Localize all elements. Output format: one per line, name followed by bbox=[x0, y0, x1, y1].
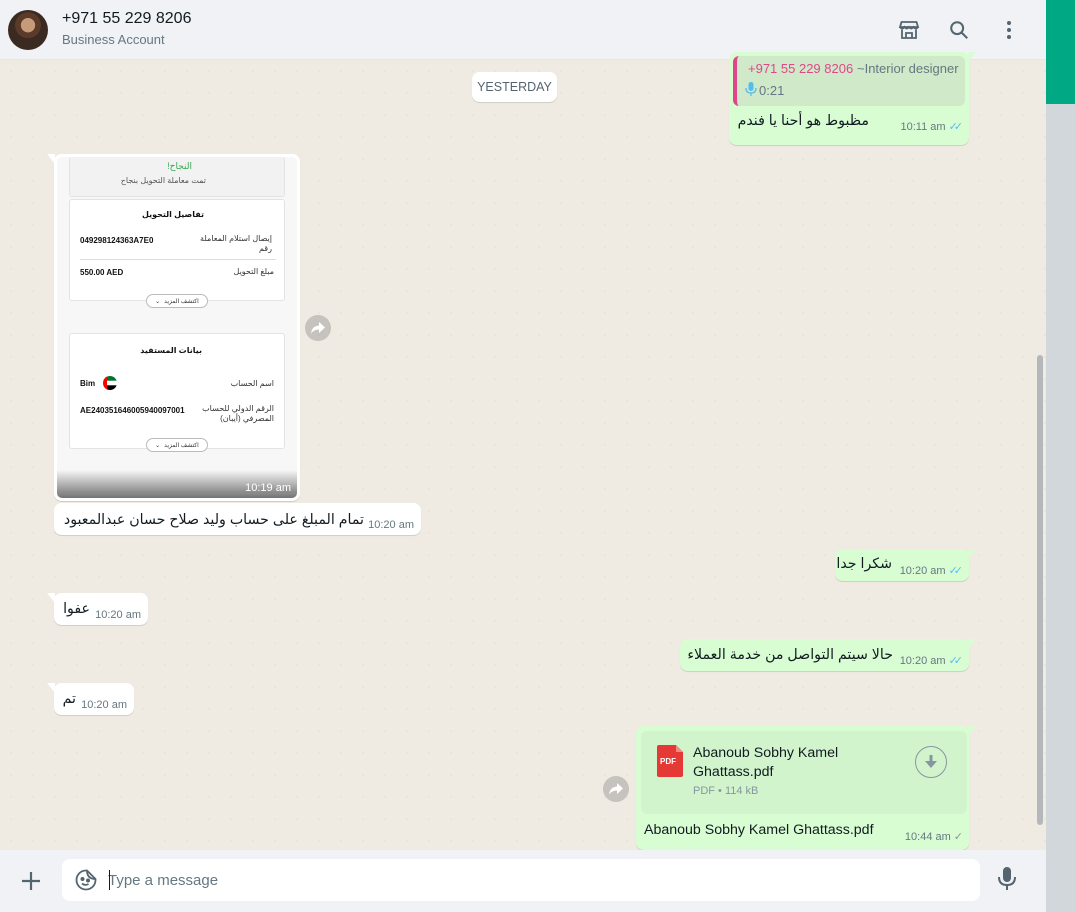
download-icon[interactable] bbox=[915, 746, 947, 778]
image-time: 10:19 am bbox=[245, 482, 291, 494]
transfer-details-card: تفاصيل التحويل إيصال استلام المعاملة رقم… bbox=[69, 199, 285, 308]
message-text: مظبوط هو أحنا يا فندم bbox=[737, 113, 869, 129]
mic-icon[interactable] bbox=[996, 866, 1024, 896]
sticker-icon[interactable] bbox=[74, 868, 98, 892]
amount-value: 550.00 AED bbox=[80, 268, 124, 277]
plus-icon[interactable] bbox=[16, 866, 46, 896]
avatar[interactable] bbox=[8, 10, 48, 50]
delivered-tick-icon: ✓ bbox=[953, 831, 963, 843]
success-title: النجاح! bbox=[167, 161, 192, 171]
account-name-value: Bim bbox=[80, 379, 96, 388]
message-incoming[interactable]: عفوا 10:20 am bbox=[47, 593, 148, 625]
document-name-line2: Ghattass.pdf bbox=[693, 764, 774, 780]
message-outgoing[interactable]: +971 55 229 8206 ~Interior designer 0:21… bbox=[729, 52, 976, 145]
contact-name[interactable]: +971 55 229 8206 bbox=[62, 10, 191, 28]
amount-label: مبلغ التحويل bbox=[233, 267, 274, 276]
message-time: 10:20 am bbox=[899, 564, 946, 577]
receipt-number: 049298124363A7E0 bbox=[80, 236, 154, 245]
quote-sender: +971 55 229 8206 bbox=[748, 61, 854, 76]
message-text: شكرا جدا bbox=[836, 556, 892, 572]
message-time: 10:20 am bbox=[368, 519, 414, 531]
message-incoming[interactable]: تم 10:20 am bbox=[47, 683, 134, 715]
forward-icon[interactable] bbox=[305, 315, 331, 341]
message-input[interactable] bbox=[108, 865, 968, 895]
read-receipt-icon: ✓✓ bbox=[948, 565, 964, 577]
message-outgoing[interactable]: حالا سيتم التواصل من خدمة العملاء 10:20 … bbox=[680, 639, 976, 671]
message-composer bbox=[0, 850, 1046, 912]
more-pill: ⌄ اكتشف المزيد bbox=[146, 438, 208, 452]
text-caret bbox=[109, 870, 110, 890]
whatsapp-chat-window: +971 55 229 8206 Business Account YESTER… bbox=[0, 0, 1046, 912]
message-text: حالا سيتم التواصل من خدمة العملاء bbox=[687, 647, 893, 663]
message-meta: 10:11 am ✓✓ bbox=[900, 120, 964, 134]
read-receipt-icon: ✓✓ bbox=[948, 655, 964, 667]
scrollbar-thumb[interactable] bbox=[1037, 355, 1043, 825]
uae-flag-icon bbox=[103, 376, 117, 390]
quote-duration: 0:21 bbox=[759, 83, 785, 98]
beneficiary-title: بيانات المستفيد bbox=[140, 346, 202, 355]
message-input-box[interactable] bbox=[62, 859, 980, 901]
message-time: 10:44 am bbox=[904, 830, 951, 843]
more-vertical-icon[interactable] bbox=[995, 16, 1023, 44]
message-outgoing-document[interactable]: PDF Abanoub Sobhy Kamel Ghattass.pdf PDF… bbox=[636, 726, 976, 850]
receipt-label: إيصال استلام المعاملة رقم bbox=[200, 234, 272, 253]
message-outgoing[interactable]: شكرا جدا 10:20 am ✓✓ bbox=[835, 549, 976, 581]
message-incoming[interactable]: تمام المبلغ على حساب وليد صلاح حسان عبدا… bbox=[54, 503, 421, 535]
window-edge bbox=[1046, 0, 1075, 912]
account-name-label: اسم الحساب bbox=[230, 379, 274, 388]
message-text: تمام المبلغ على حساب وليد صلاح حسان عبدا… bbox=[63, 512, 364, 528]
beneficiary-card: بيانات المستفيد اسم الحساب Bim الرقم الد… bbox=[69, 333, 285, 452]
microphone-small-icon bbox=[745, 82, 757, 96]
chat-header: +971 55 229 8206 Business Account bbox=[0, 0, 1046, 60]
receipt-image[interactable]: النجاح! تمت معاملة التحويل بنجاح تفاصيل … bbox=[57, 157, 297, 498]
message-meta: 10:44 am ✓ bbox=[904, 830, 963, 844]
chat-scrollbar[interactable] bbox=[1035, 60, 1045, 850]
store-icon[interactable] bbox=[895, 16, 923, 44]
accent-bar bbox=[1046, 0, 1075, 104]
more-pill: ⌄ اكتشف المزيد bbox=[146, 294, 208, 308]
contact-subtitle: Business Account bbox=[62, 32, 165, 47]
quoted-message[interactable]: +971 55 229 8206 ~Interior designer 0:21 bbox=[733, 56, 965, 106]
success-subtitle: تمت معاملة التحويل بنجاح bbox=[120, 176, 206, 185]
message-time: 10:20 am bbox=[899, 654, 946, 667]
details-title: تفاصيل التحويل bbox=[141, 210, 204, 219]
search-icon[interactable] bbox=[945, 16, 973, 44]
forward-icon[interactable] bbox=[603, 776, 629, 802]
message-time: 10:11 am bbox=[900, 120, 946, 133]
quote-note: ~Interior designer bbox=[857, 61, 959, 76]
message-time: 10:20 am bbox=[95, 609, 141, 621]
iban-label: الرقم الدولي للحساب المصرفي (أيبان) bbox=[202, 404, 274, 423]
pdf-icon: PDF bbox=[657, 745, 683, 777]
date-separator: YESTERDAY bbox=[472, 72, 557, 102]
message-time: 10:20 am bbox=[81, 699, 127, 711]
message-text: عفوا bbox=[63, 601, 90, 617]
document-name-line1: Abanoub Sobhy Kamel bbox=[693, 745, 839, 761]
read-receipt-icon: ✓✓ bbox=[948, 121, 964, 133]
document-caption: Abanoub Sobhy Kamel Ghattass.pdf bbox=[644, 822, 874, 838]
document-meta: PDF • 114 kB bbox=[693, 785, 759, 797]
success-banner: النجاح! تمت معاملة التحويل بنجاح bbox=[69, 157, 285, 197]
message-list[interactable]: YESTERDAY +971 55 229 8206 ~Interior des… bbox=[0, 52, 1046, 850]
message-incoming-image[interactable]: النجاح! تمت معاملة التحويل بنجاح تفاصيل … bbox=[47, 154, 300, 501]
document-card[interactable]: PDF Abanoub Sobhy Kamel Ghattass.pdf PDF… bbox=[641, 731, 967, 814]
iban-value: AE240351646005940097001 bbox=[80, 406, 185, 415]
message-meta: 10:20 am ✓✓ bbox=[899, 654, 964, 668]
message-text: تم bbox=[62, 691, 76, 707]
message-meta: 10:20 am ✓✓ bbox=[899, 564, 964, 578]
